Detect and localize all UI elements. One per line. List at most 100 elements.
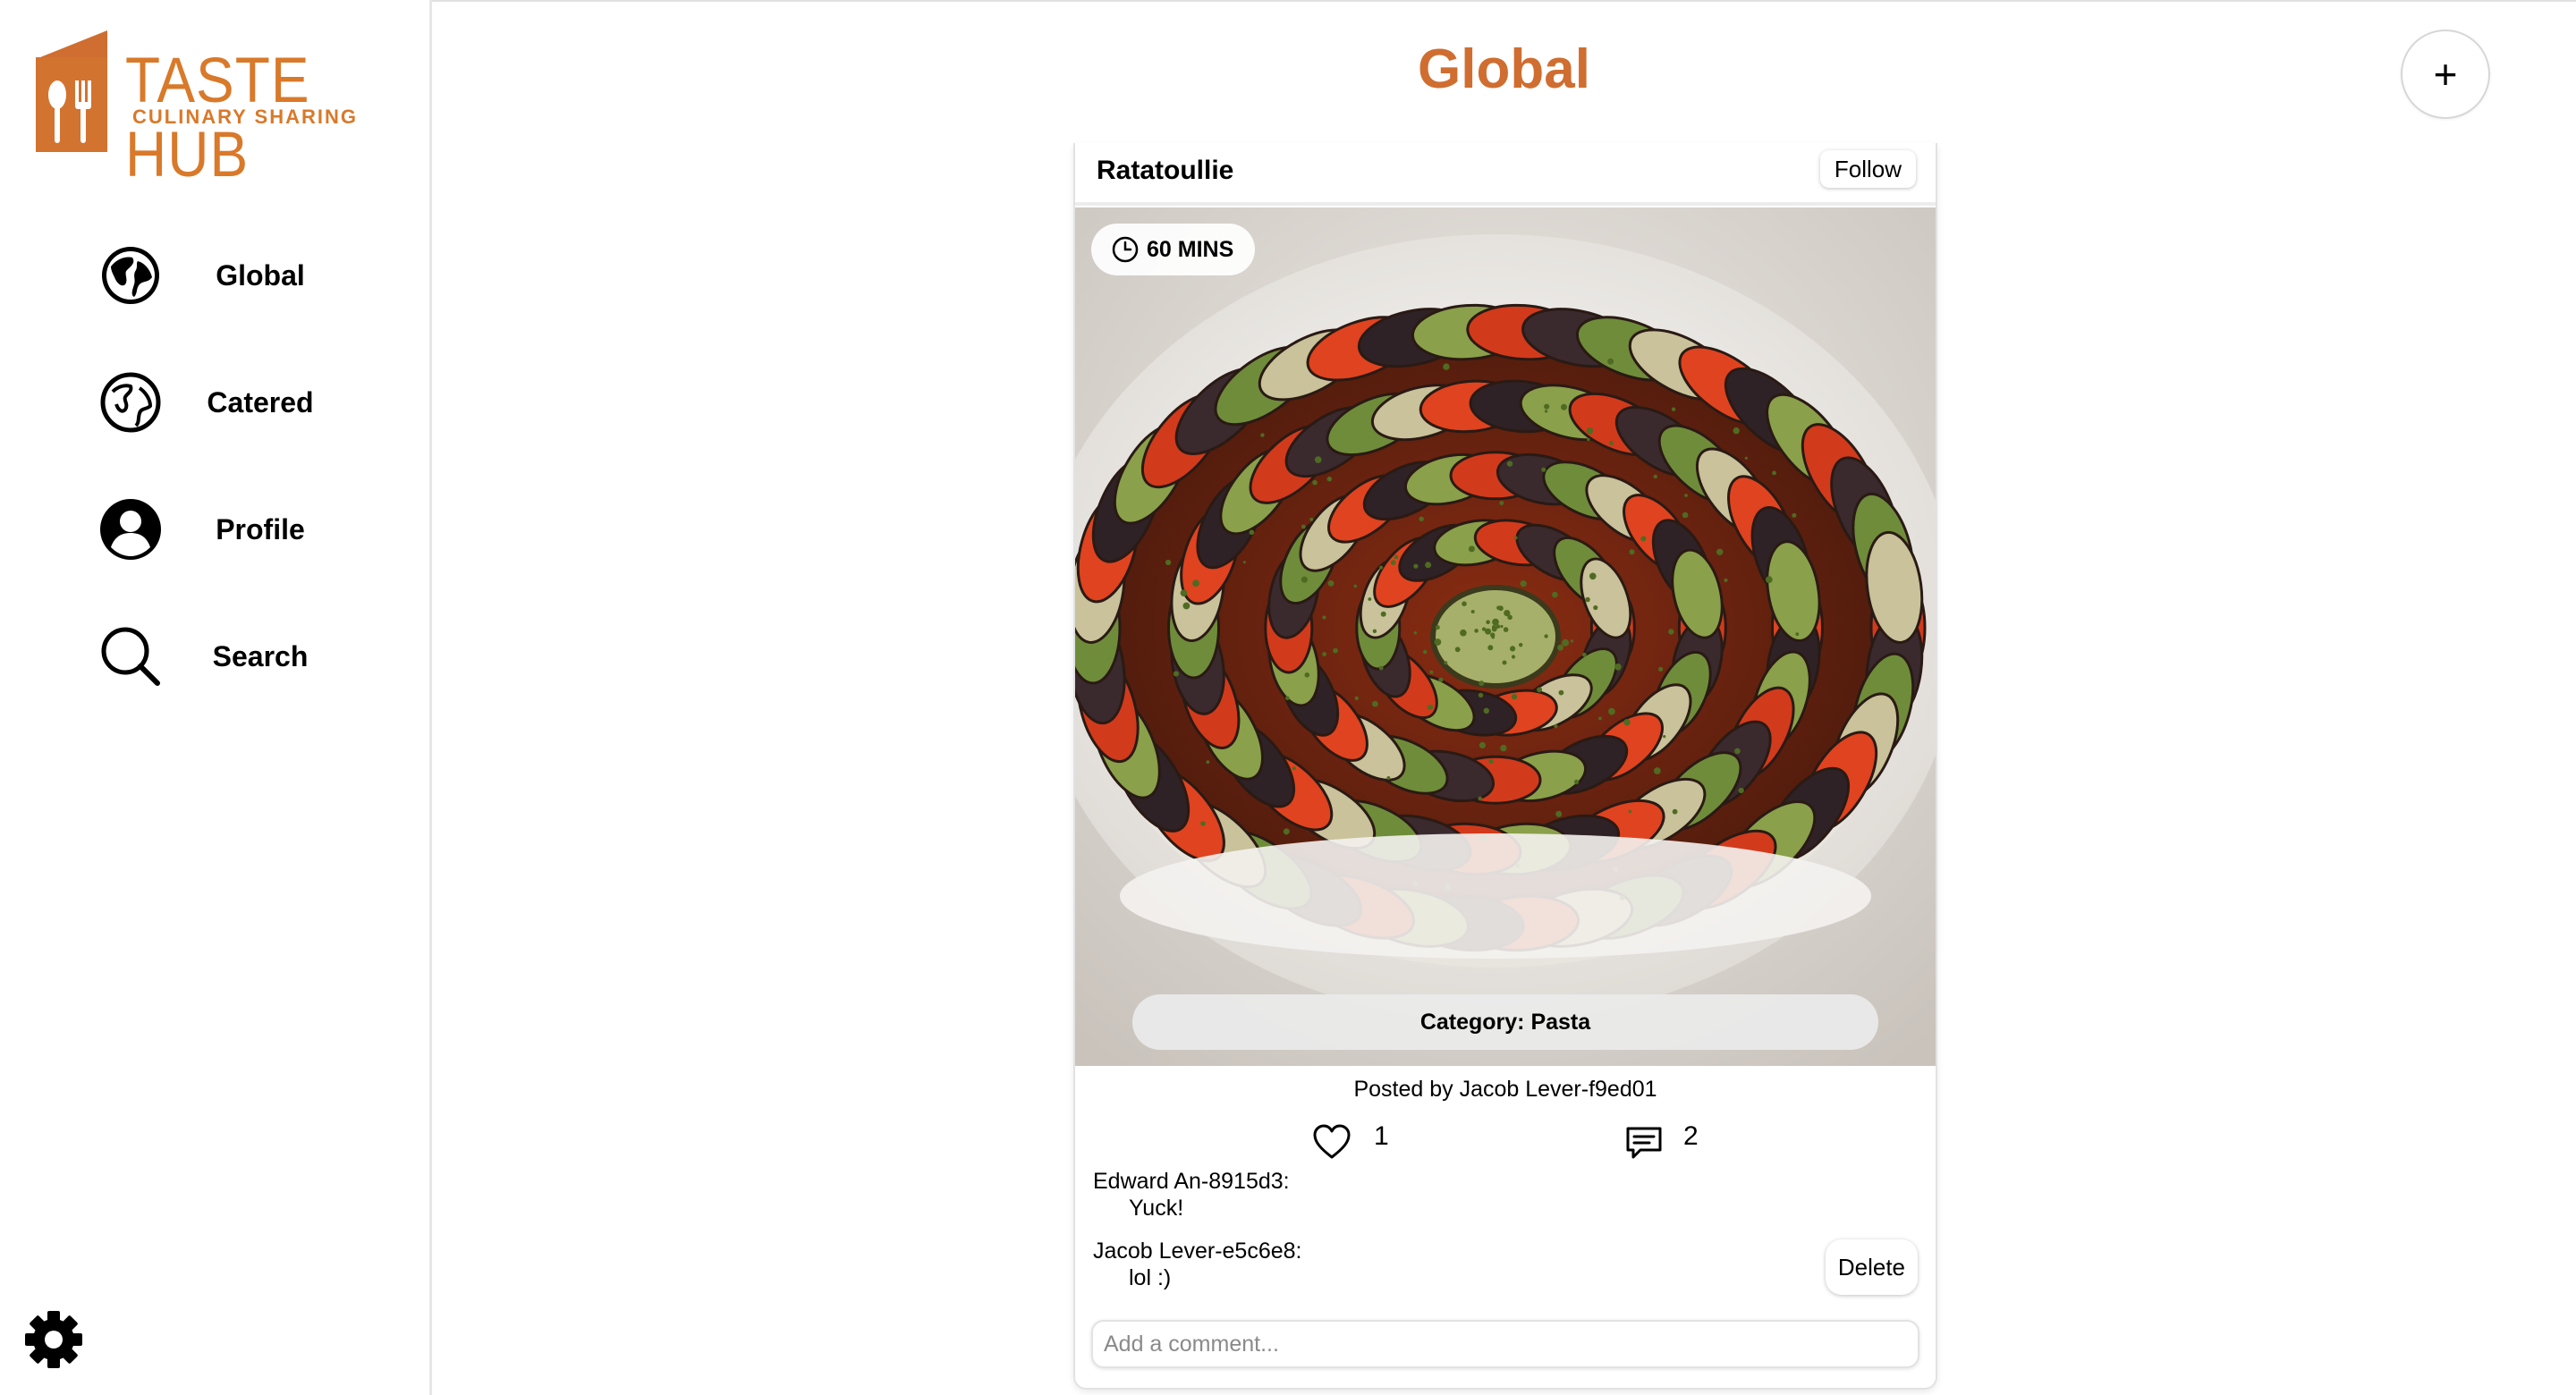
herb-fleck <box>1521 580 1527 587</box>
herb-fleck <box>1305 672 1310 678</box>
cook-time-badge: 60 MINS <box>1091 224 1255 275</box>
herb-fleck <box>1485 629 1491 635</box>
herb-fleck <box>1512 694 1517 699</box>
herb-fleck <box>1544 404 1549 410</box>
add-post-button[interactable]: + <box>2401 30 2490 119</box>
herb-fleck <box>1462 601 1467 606</box>
herb-fleck <box>1419 517 1424 521</box>
herb-fleck <box>1250 530 1255 536</box>
herb-fleck <box>1498 605 1504 611</box>
herb-fleck <box>1772 471 1776 476</box>
herb-fleck <box>1192 579 1199 587</box>
follow-button[interactable]: Follow <box>1820 150 1916 188</box>
herb-fleck <box>1438 678 1443 682</box>
heart-icon[interactable] <box>1311 1121 1352 1162</box>
sidebar-item-global[interactable]: Global <box>0 238 429 365</box>
herb-fleck <box>1608 708 1615 715</box>
sidebar-nav: Global Catered Profile Search <box>0 238 429 746</box>
herb-fleck <box>1487 645 1493 650</box>
herb-fleck <box>1574 780 1579 784</box>
herb-fleck <box>1607 359 1614 365</box>
herb-fleck <box>1630 549 1635 554</box>
delete-comment-button[interactable]: Delete <box>1826 1239 1918 1295</box>
brand-logo[interactable]: TASTE HUB CULINARY SHARING <box>32 30 408 152</box>
herb-fleck <box>1181 589 1188 596</box>
herb-fleck <box>1381 612 1386 617</box>
zucchini-center <box>1433 588 1558 686</box>
herb-fleck <box>1510 646 1515 651</box>
herb-fleck <box>1499 501 1504 505</box>
sidebar-item-profile[interactable]: Profile <box>0 492 429 619</box>
page-title: Global <box>432 38 2576 101</box>
herb-fleck <box>1504 627 1509 632</box>
herb-fleck <box>1562 639 1569 647</box>
herb-fleck <box>1587 427 1594 435</box>
comment-text: lol :) <box>1093 1264 1301 1291</box>
herb-fleck <box>1684 494 1688 497</box>
herb-fleck <box>1654 475 1657 478</box>
herb-fleck <box>1500 625 1503 628</box>
herb-fleck <box>1739 788 1744 793</box>
herb-fleck <box>1436 625 1440 630</box>
cutlery-logo-icon <box>32 30 113 152</box>
herb-fleck <box>1425 562 1431 568</box>
herb-fleck <box>1174 671 1179 676</box>
herb-fleck <box>1355 697 1359 700</box>
post-stats: 1 2 <box>1075 1114 1936 1168</box>
like-count: 1 <box>1374 1121 1389 1152</box>
herb-fleck <box>1682 512 1689 519</box>
herb-fleck <box>1373 630 1377 633</box>
herb-fleck <box>1668 629 1674 634</box>
herb-fleck <box>1766 576 1773 583</box>
comment-author: Edward An-8915d3: <box>1093 1168 1290 1195</box>
herb-fleck <box>1491 636 1495 639</box>
comment-count: 2 <box>1683 1121 1699 1152</box>
herb-fleck <box>1557 645 1563 651</box>
comment-item: Edward An-8915d3: Yuck! <box>1093 1168 1290 1222</box>
comment-input[interactable] <box>1091 1320 1919 1368</box>
herb-fleck <box>1585 597 1590 603</box>
herb-fleck <box>1582 653 1587 657</box>
herb-fleck <box>1559 690 1564 696</box>
herb-fleck <box>1514 537 1518 540</box>
herb-fleck <box>1663 735 1665 738</box>
recipe-title: Ratatoullie <box>1097 156 1233 186</box>
herb-fleck <box>1423 650 1427 654</box>
herb-fleck <box>1716 549 1723 555</box>
herb-fleck <box>1745 457 1748 460</box>
herb-fleck <box>1354 585 1358 588</box>
herb-fleck <box>1333 648 1338 654</box>
herb-fleck <box>1391 560 1396 565</box>
sidebar-item-catered[interactable]: Catered <box>0 365 429 492</box>
gear-icon[interactable] <box>23 1309 84 1370</box>
herb-fleck <box>1284 828 1290 834</box>
herb-fleck <box>1492 627 1497 632</box>
sidebar-item-label: Profile <box>0 513 521 546</box>
herb-fleck <box>1571 639 1573 642</box>
herb-fleck <box>1413 564 1418 569</box>
herb-fleck <box>1734 748 1741 755</box>
posted-by: Posted by Jacob Lever-f9ed01 <box>1075 1077 1936 1103</box>
herb-fleck <box>1443 363 1449 369</box>
herb-fleck <box>1285 696 1290 700</box>
herb-fleck <box>1322 652 1326 656</box>
comment-icon[interactable] <box>1623 1121 1665 1164</box>
herb-fleck <box>1640 536 1646 541</box>
herb-fleck <box>1460 630 1467 637</box>
sidebar-item-search[interactable]: Search <box>0 619 429 746</box>
herb-fleck <box>1658 667 1663 672</box>
herb-fleck <box>1379 566 1383 570</box>
cook-time-text: 60 MINS <box>1147 237 1233 263</box>
herb-fleck <box>1322 615 1326 619</box>
sidebar: TASTE HUB CULINARY SHARING Global Catere… <box>0 0 432 1395</box>
herb-fleck <box>1733 427 1740 434</box>
herb-fleck <box>1672 408 1675 411</box>
herb-fleck <box>1428 705 1433 710</box>
recipe-photo: 60 MINS Category: Pasta <box>1075 207 1936 1066</box>
comment-author: Jacob Lever-e5c6e8: <box>1093 1238 1301 1264</box>
herb-fleck <box>1598 717 1602 721</box>
herb-fleck <box>1673 809 1678 815</box>
herb-fleck <box>1479 681 1484 686</box>
herb-fleck <box>1503 661 1507 665</box>
herb-fleck <box>1614 664 1622 671</box>
